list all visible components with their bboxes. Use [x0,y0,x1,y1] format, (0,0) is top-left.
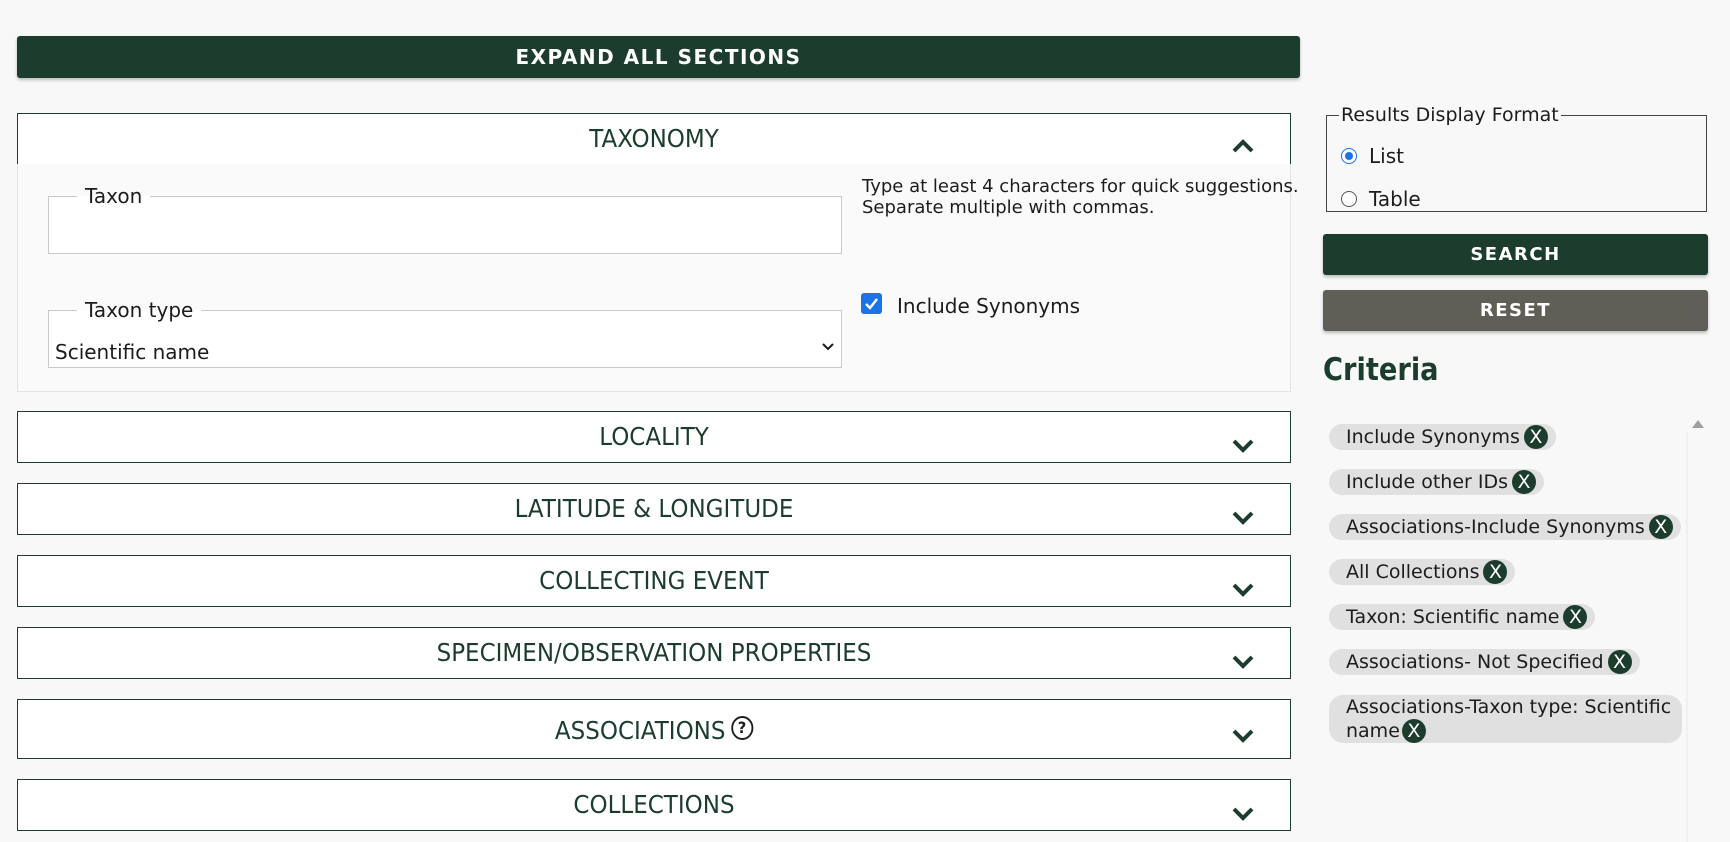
section-latlong-header[interactable]: LATITUDE & LONGITUDE [17,483,1291,535]
include-synonyms-label: Include Synonyms [897,294,1081,318]
criteria-chip-label: Associations-Taxon type: Scientific name [1346,696,1672,742]
radio-table[interactable] [1341,191,1357,207]
remove-chip-icon[interactable]: X [1512,470,1536,494]
section-latlong-title: LATITUDE & LONGITUDE [514,494,794,523]
include-synonyms-checkbox[interactable] [861,293,882,314]
section-collecting-event-header[interactable]: COLLECTING EVENT [17,555,1291,607]
radio-list[interactable] [1341,148,1357,164]
taxon-field[interactable]: Taxon [48,184,842,254]
criteria-chip-label: Associations- Not Specified [1346,651,1604,673]
section-collecting-event-title: COLLECTING EVENT [539,566,769,595]
criteria-chip: Associations-Taxon type: Scientific name… [1329,695,1682,743]
remove-chip-icon[interactable]: X [1483,560,1508,584]
remove-chip-icon[interactable]: X [1523,425,1548,449]
taxon-type-select[interactable]: Taxon type Scientific name [48,298,842,368]
section-taxonomy-title: TAXONOMY [589,124,719,153]
section-associations-header[interactable]: ASSOCIATIONS? [17,699,1291,759]
criteria-chip: Include other IDs X [1329,469,1544,495]
section-collections-header[interactable]: COLLECTIONS [17,779,1291,831]
remove-chip-icon[interactable]: X [1401,719,1426,743]
chevron-down-icon [822,343,834,351]
section-taxonomy-header[interactable]: TAXONOMY [17,113,1291,165]
check-icon [865,298,878,310]
remove-chip-icon[interactable]: X [1563,605,1588,629]
search-button[interactable]: SEARCH [1323,234,1708,275]
radio-list-label: List [1369,144,1404,168]
criteria-chip: Associations- Not Specified X [1329,649,1640,675]
section-locality-title: LOCALITY [599,422,709,451]
chevron-down-icon[interactable] [1230,580,1256,600]
chevron-up-icon[interactable] [1230,136,1256,156]
criteria-chip: Taxon: Scientific name X [1329,604,1596,630]
chevron-down-icon[interactable] [1230,804,1256,824]
chevron-down-icon[interactable] [1230,436,1256,456]
section-locality-header[interactable]: LOCALITY [17,411,1291,463]
taxon-help-line-1: Type at least 4 characters for quick sug… [862,176,1299,197]
criteria-chip-label: All Collections [1346,561,1480,583]
criteria-chip-label: Include other IDs [1346,471,1508,493]
criteria-scrollbar[interactable] [1686,432,1688,842]
radio-table-label: Table [1369,187,1421,211]
taxon-help-text: Type at least 4 characters for quick sug… [862,176,1299,218]
results-display-format-legend: Results Display Format [1341,104,1559,126]
chevron-down-icon[interactable] [1230,508,1256,528]
taxon-type-label: Taxon type [85,298,194,322]
criteria-chip-label: Include Synonyms [1346,426,1520,448]
help-icon[interactable]: ? [731,716,754,740]
remove-chip-icon[interactable]: X [1648,515,1673,539]
taxon-help-line-2: Separate multiple with commas. [862,197,1155,218]
criteria-chip-label: Taxon: Scientific name [1346,606,1560,628]
section-specimen-properties-title: SPECIMEN/OBSERVATION PROPERTIES [436,638,872,667]
taxon-type-selected-value: Scientific name [55,340,210,364]
criteria-chip: All Collections X [1329,559,1516,585]
criteria-chip: Include Synonyms X [1329,424,1556,450]
chevron-down-icon[interactable] [1230,726,1256,746]
results-display-format: Results Display Format List Table [1326,104,1707,212]
remove-chip-icon[interactable]: X [1607,650,1632,674]
criteria-title: Criteria [1323,352,1439,388]
section-specimen-properties-header[interactable]: SPECIMEN/OBSERVATION PROPERTIES [17,627,1291,679]
taxon-label: Taxon [85,184,143,208]
reset-button[interactable]: RESET [1323,290,1708,331]
section-collections-title: COLLECTIONS [573,790,735,819]
section-associations-label: ASSOCIATIONS [554,716,726,745]
section-associations-title: ASSOCIATIONS? [69,700,1239,758]
criteria-chip: Associations-Include Synonyms X [1329,514,1681,540]
scroll-up-arrow-icon[interactable] [1692,420,1704,428]
expand-all-sections-button[interactable]: EXPAND ALL SECTIONS [17,36,1300,78]
chevron-down-icon[interactable] [1230,652,1256,672]
format-option-table[interactable]: Table [1341,187,1421,211]
format-option-list[interactable]: List [1341,144,1404,168]
criteria-chip-label: Associations-Include Synonyms [1346,516,1645,538]
